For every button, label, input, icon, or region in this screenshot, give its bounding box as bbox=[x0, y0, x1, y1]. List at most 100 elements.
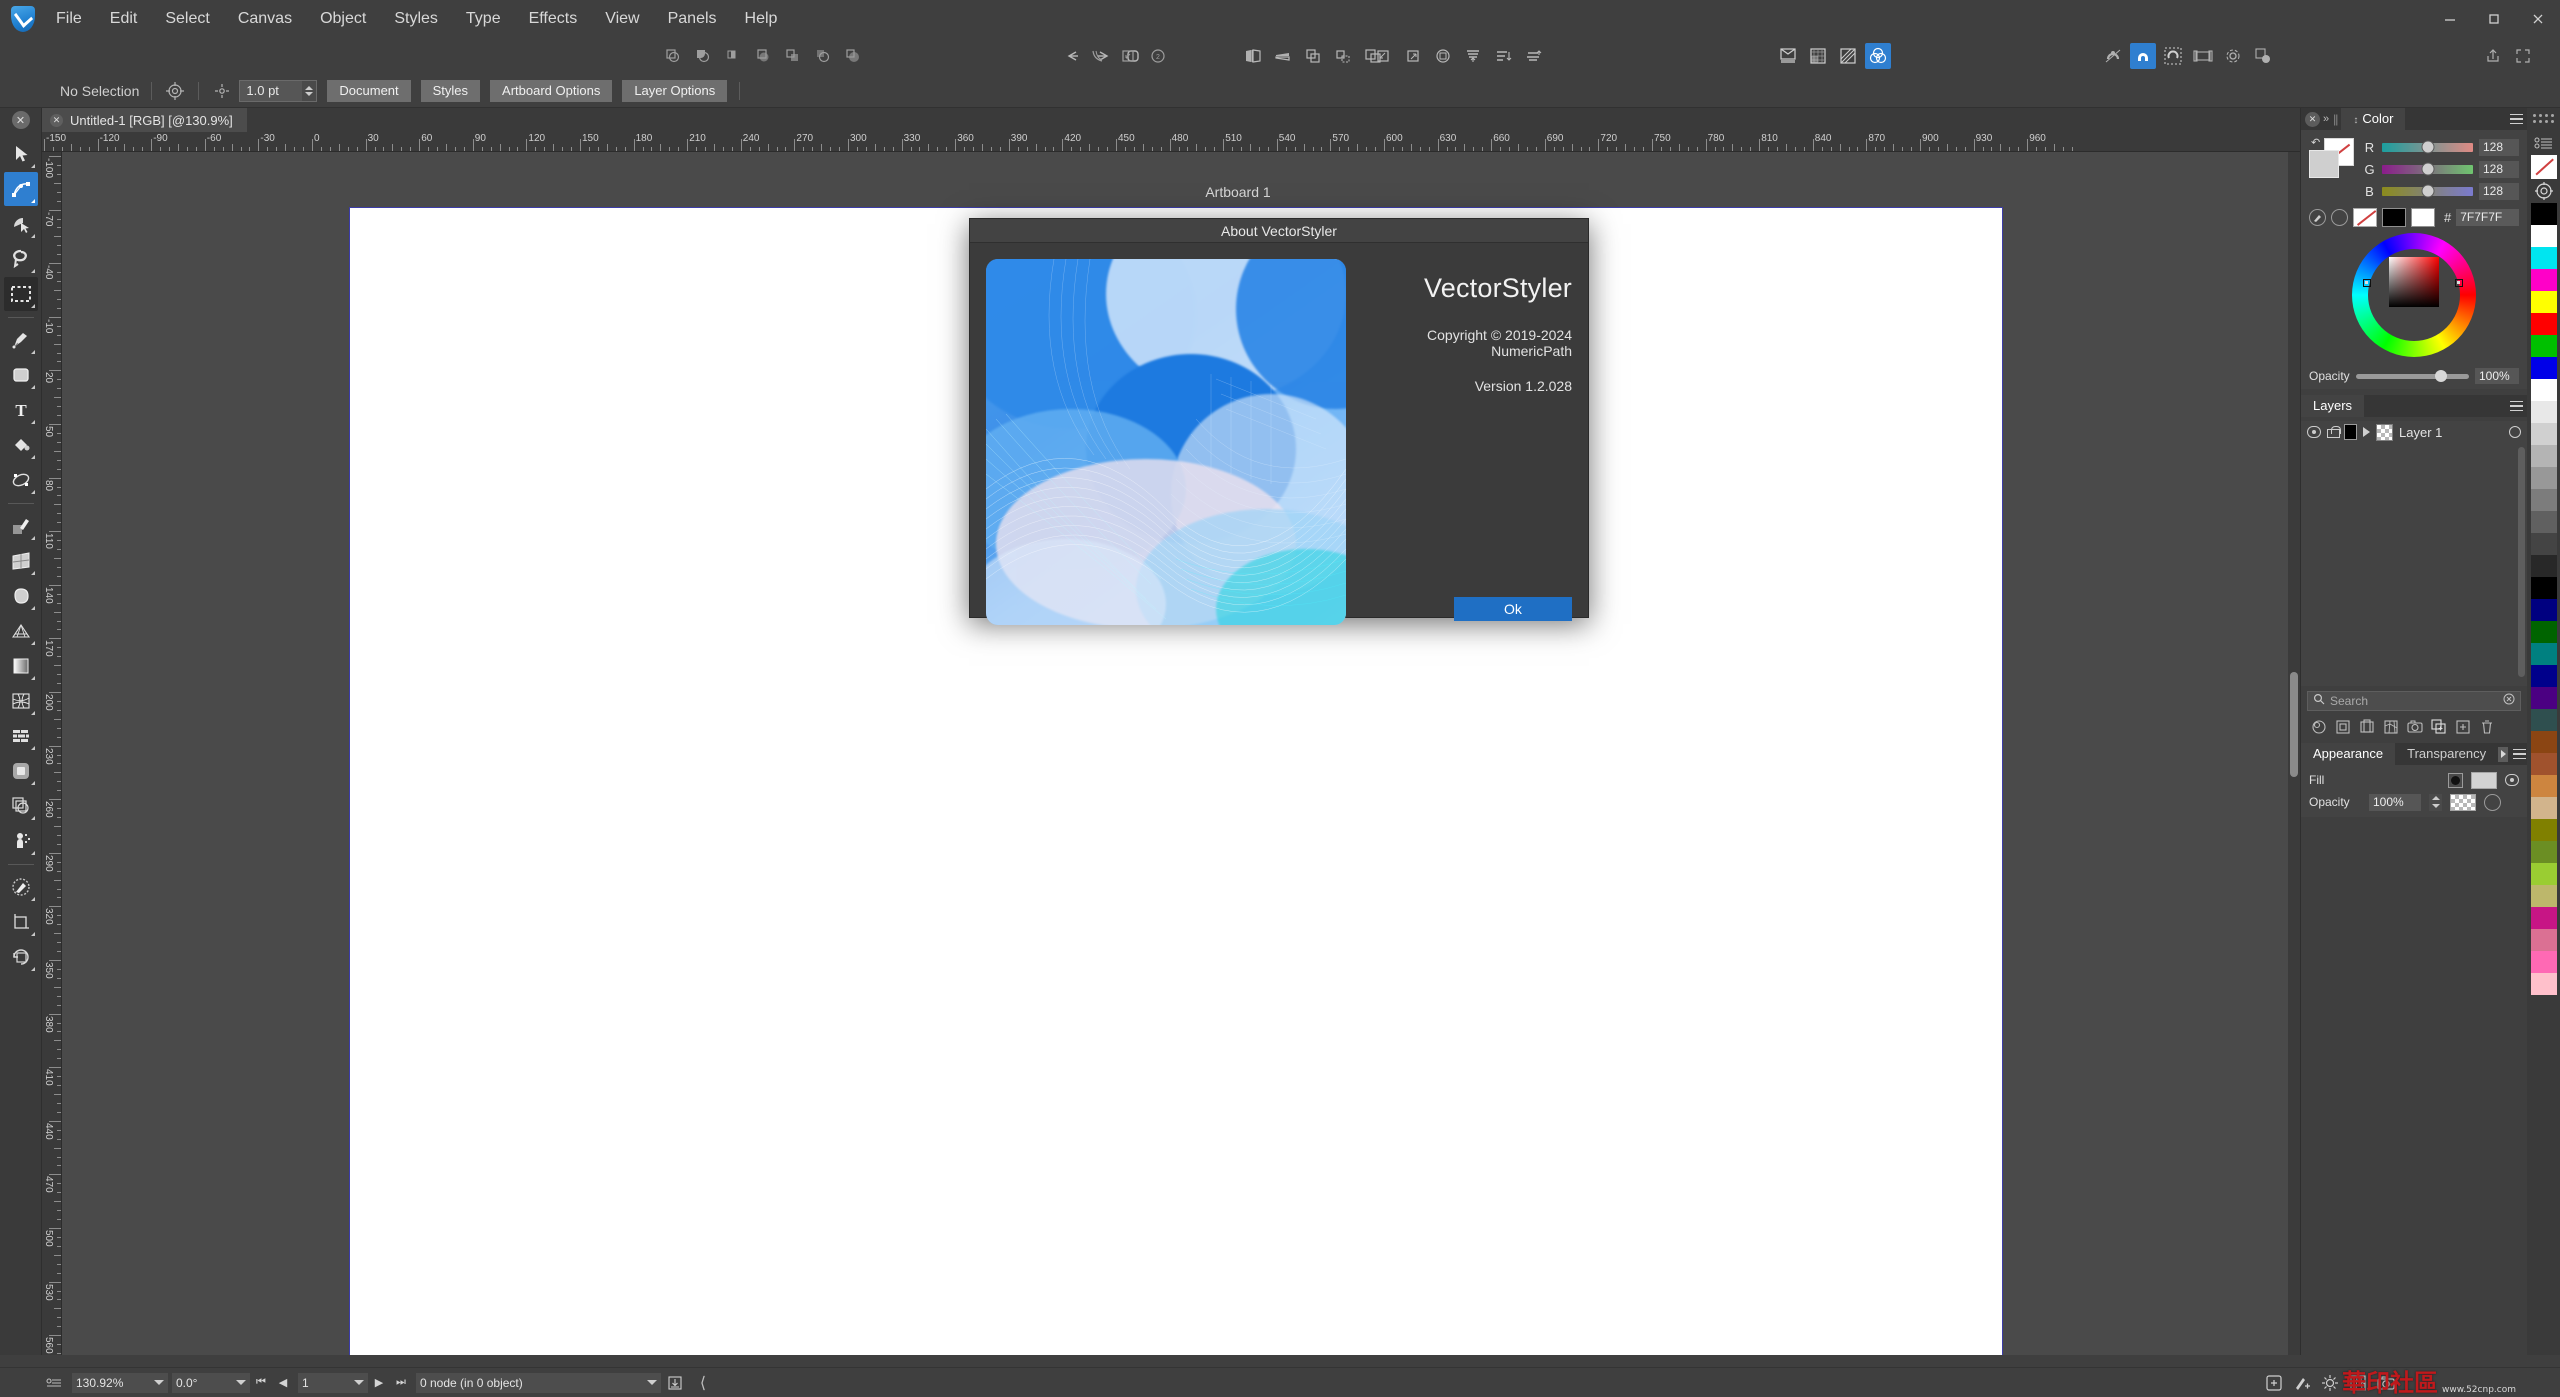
menu-effects[interactable]: Effects bbox=[515, 0, 592, 38]
menu-panels[interactable]: Panels bbox=[654, 0, 731, 38]
effect-tool[interactable] bbox=[4, 754, 38, 788]
menu-styles[interactable]: Styles bbox=[380, 0, 452, 38]
color-swatch[interactable] bbox=[2530, 797, 2557, 819]
mask-icon[interactable] bbox=[1775, 43, 1801, 69]
maximize-button[interactable] bbox=[2472, 0, 2516, 38]
rotate-view-tool[interactable] bbox=[4, 940, 38, 974]
color-swatch[interactable] bbox=[2530, 269, 2557, 291]
export-icon[interactable] bbox=[661, 1368, 689, 1397]
sv-marker[interactable] bbox=[2363, 279, 2371, 287]
color-swatch[interactable] bbox=[2530, 687, 2557, 709]
eyedropper-tool[interactable] bbox=[4, 870, 38, 904]
snap-magnet-grid-icon[interactable] bbox=[2160, 43, 2186, 69]
hue-marker[interactable] bbox=[2455, 279, 2463, 287]
style-delete-icon[interactable] bbox=[2477, 717, 2497, 737]
target-swatch[interactable] bbox=[2531, 179, 2557, 203]
snapshot-icon[interactable] bbox=[2372, 1368, 2400, 1397]
first-page-icon[interactable]: ⏮ bbox=[250, 1373, 272, 1393]
fill-stroke-swatches[interactable]: ↶ bbox=[2309, 137, 2355, 180]
fill-type-icon[interactable] bbox=[2448, 772, 2463, 788]
rectangle-tool[interactable] bbox=[4, 358, 38, 392]
menu-select[interactable]: Select bbox=[151, 0, 223, 38]
anchor-point-icon[interactable] bbox=[211, 80, 233, 102]
undo-icon[interactable] bbox=[1060, 43, 1086, 69]
lasso-tool[interactable] bbox=[4, 242, 38, 276]
channel-slider-r[interactable] bbox=[2382, 140, 2473, 154]
grid-dots-icon[interactable] bbox=[2533, 114, 2554, 123]
scatter-tool[interactable] bbox=[4, 824, 38, 858]
fragment-icon[interactable] bbox=[2344, 1368, 2372, 1397]
rotate-icon[interactable] bbox=[1300, 43, 1326, 69]
subtract-icon[interactable] bbox=[690, 43, 716, 69]
gradient-tool[interactable] bbox=[4, 649, 38, 683]
color-swatch[interactable] bbox=[2530, 621, 2557, 643]
color-swatch[interactable] bbox=[2530, 445, 2557, 467]
style-snapshot-icon[interactable] bbox=[2405, 717, 2425, 737]
style-add-copy-icon[interactable] bbox=[2429, 717, 2449, 737]
opacity-slider[interactable] bbox=[2355, 370, 2469, 382]
color-swatch[interactable] bbox=[2530, 335, 2557, 357]
blob-tool[interactable] bbox=[4, 579, 38, 613]
color-swatch[interactable] bbox=[2530, 511, 2557, 533]
layer-name[interactable]: Layer 1 bbox=[2399, 425, 2442, 440]
layers-panel-menu-icon[interactable] bbox=[2505, 395, 2527, 417]
brush-tool[interactable] bbox=[4, 509, 38, 543]
snap-off-icon[interactable] bbox=[2100, 43, 2126, 69]
zoom-level-combo[interactable]: 130.92% bbox=[72, 1372, 168, 1393]
styles-button[interactable]: Styles bbox=[420, 79, 481, 102]
eye-icon[interactable] bbox=[2307, 426, 2321, 438]
node-info-combo[interactable]: 0 node (in 0 object) bbox=[416, 1372, 661, 1393]
color-swatch[interactable] bbox=[2530, 885, 2557, 907]
color-swatch[interactable] bbox=[2530, 225, 2557, 247]
layer-color-swatch[interactable] bbox=[2344, 424, 2357, 440]
none-swatch[interactable] bbox=[2353, 208, 2377, 227]
about-dialog[interactable]: About VectorStyler VectorStyler Copyrigh… bbox=[969, 218, 1589, 625]
color-swatch[interactable] bbox=[2530, 665, 2557, 687]
color-swatch[interactable] bbox=[2530, 357, 2557, 379]
color-swatch[interactable] bbox=[2530, 379, 2557, 401]
share-icon[interactable] bbox=[2480, 43, 2506, 69]
color-swatch[interactable] bbox=[2530, 709, 2557, 731]
color-swatch[interactable] bbox=[2530, 929, 2557, 951]
menu-edit[interactable]: Edit bbox=[96, 0, 152, 38]
color-swatch[interactable] bbox=[2530, 643, 2557, 665]
updown-icon[interactable] bbox=[2429, 793, 2442, 811]
ok-button[interactable]: Ok bbox=[1454, 597, 1572, 621]
document-button[interactable]: Document bbox=[327, 79, 411, 102]
settings-icon[interactable] bbox=[2316, 1368, 2344, 1397]
distribute-vertical-icon[interactable] bbox=[1490, 43, 1516, 69]
menu-type[interactable]: Type bbox=[452, 0, 515, 38]
triangle-right-icon[interactable] bbox=[2498, 746, 2509, 762]
paint-bucket-tool[interactable] bbox=[4, 428, 38, 462]
style-frame-icon[interactable] bbox=[2357, 717, 2377, 737]
simplify-path-icon[interactable] bbox=[1085, 43, 1111, 69]
color-swatch[interactable] bbox=[2530, 489, 2557, 511]
color-panel-menu-icon[interactable] bbox=[2505, 108, 2527, 130]
saturation-value-square[interactable] bbox=[2389, 257, 2439, 307]
clear-circle-icon[interactable] bbox=[2503, 692, 2515, 710]
pixel-grid-icon[interactable] bbox=[1805, 43, 1831, 69]
hex-value-field[interactable]: 7F7F7F bbox=[2456, 209, 2519, 226]
horizontal-ruler[interactable]: -150 -120 -90 -60 -30 0 30 60 90 120 150 180 210 240 2… bbox=[42, 132, 2300, 152]
unite-icon[interactable] bbox=[660, 43, 686, 69]
color-swatch[interactable] bbox=[2530, 973, 2557, 995]
pattern-tool[interactable] bbox=[4, 719, 38, 753]
eyedropper-icon[interactable] bbox=[2309, 209, 2326, 226]
opacity-value[interactable]: 100% bbox=[2475, 368, 2519, 384]
menu-view[interactable]: View bbox=[591, 0, 653, 38]
opacity-swatch[interactable] bbox=[2450, 793, 2476, 811]
color-swatch[interactable] bbox=[2530, 533, 2557, 555]
node-tool[interactable] bbox=[3, 172, 38, 206]
channel-slider-b[interactable] bbox=[2382, 184, 2473, 198]
channel-value-r[interactable]: 128 bbox=[2479, 138, 2519, 156]
pen-tool[interactable] bbox=[4, 323, 38, 357]
close-icon[interactable]: ✕ bbox=[50, 113, 63, 127]
snap-object-icon[interactable] bbox=[2250, 43, 2276, 69]
flip-horizontal-icon[interactable] bbox=[1240, 43, 1266, 69]
fill-swatch[interactable] bbox=[2309, 150, 2339, 178]
color-swatch[interactable] bbox=[2530, 423, 2557, 445]
node-slice-tool[interactable] bbox=[4, 207, 38, 241]
distribute-bottom-icon[interactable] bbox=[1520, 43, 1546, 69]
next-page-icon[interactable]: ▶ bbox=[368, 1373, 390, 1393]
snap-magnet-icon[interactable] bbox=[2130, 43, 2156, 69]
